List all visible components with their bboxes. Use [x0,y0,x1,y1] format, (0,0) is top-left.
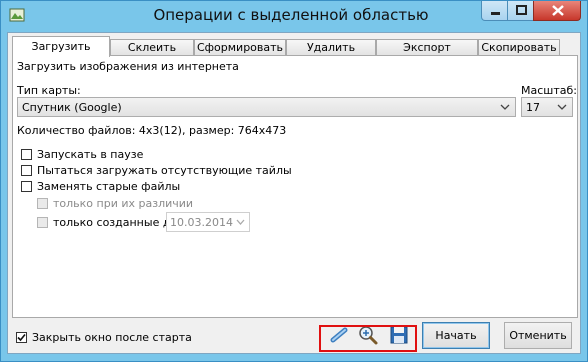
files-info: Количество файлов: 4x3(12), размер: 764x… [17,124,287,137]
dialog-client: Загрузить Склеить Сформировать Удалить Э… [7,32,581,354]
cancel-button[interactable]: Отменить [504,322,572,349]
tab-copy[interactable]: Скопировать [478,39,560,56]
maximize-icon [516,5,527,15]
tab-export[interactable]: Экспорт [376,39,478,56]
retry-missing-label[interactable]: Пытаться загружать отсутствующие тайлы [37,164,292,177]
start-paused-label[interactable]: Запускать в паузе [37,148,143,161]
window-title: Операции с выделенной областью [153,6,429,24]
scale-dropdown[interactable]: 17 [521,97,573,117]
only-if-different-label: только при их различии [53,197,194,210]
map-type-dropdown[interactable]: Спутник (Google) [17,97,516,117]
tab-panel-load: Загрузить изображения из интернета Тип к… [12,55,578,318]
start-paused-checkbox[interactable] [21,149,32,160]
map-type-label: Тип карты: [17,84,81,97]
panel-heading: Загрузить изображения из интернета [17,60,239,73]
start-button[interactable]: Начать [422,322,490,349]
only-created-before-checkbox[interactable] [37,217,48,228]
tab-delete[interactable]: Удалить [286,39,376,56]
tab-stitch[interactable]: Склеить [110,39,194,56]
minimize-icon [491,12,500,15]
date-value: 10.03.2014 [170,216,233,229]
chevron-down-icon [557,104,567,110]
map-type-value: Спутник (Google) [22,101,122,114]
replace-old-checkbox[interactable] [21,181,32,192]
checkmark-icon [17,333,26,342]
close-button[interactable] [533,1,581,21]
retry-missing-checkbox[interactable] [21,165,32,176]
minimize-button[interactable] [481,1,508,21]
chevron-down-icon [236,219,245,225]
chevron-down-icon [500,104,510,110]
maximize-button[interactable] [507,1,534,21]
close-icon [552,5,564,16]
date-picker[interactable]: 10.03.2014 [166,212,250,232]
only-created-before-label: только созданные до [53,216,178,229]
icon-buttons-highlight [319,325,417,352]
tab-load[interactable]: Загрузить [12,36,110,57]
title-bar[interactable]: Операции с выделенной областью [1,1,587,31]
close-after-start-label[interactable]: Закрыть окно после старта [32,331,192,344]
scale-value: 17 [526,101,540,114]
replace-old-label[interactable]: Заменять старые файлы [37,180,180,193]
close-after-start-checkbox[interactable] [16,332,27,343]
app-icon[interactable] [9,7,25,23]
scale-label: Масштаб: [521,84,577,97]
only-if-different-checkbox[interactable] [37,198,48,209]
dialog-window: Операции с выделенной областью Загрузить… [0,0,588,362]
tab-generate[interactable]: Сформировать [194,39,286,56]
